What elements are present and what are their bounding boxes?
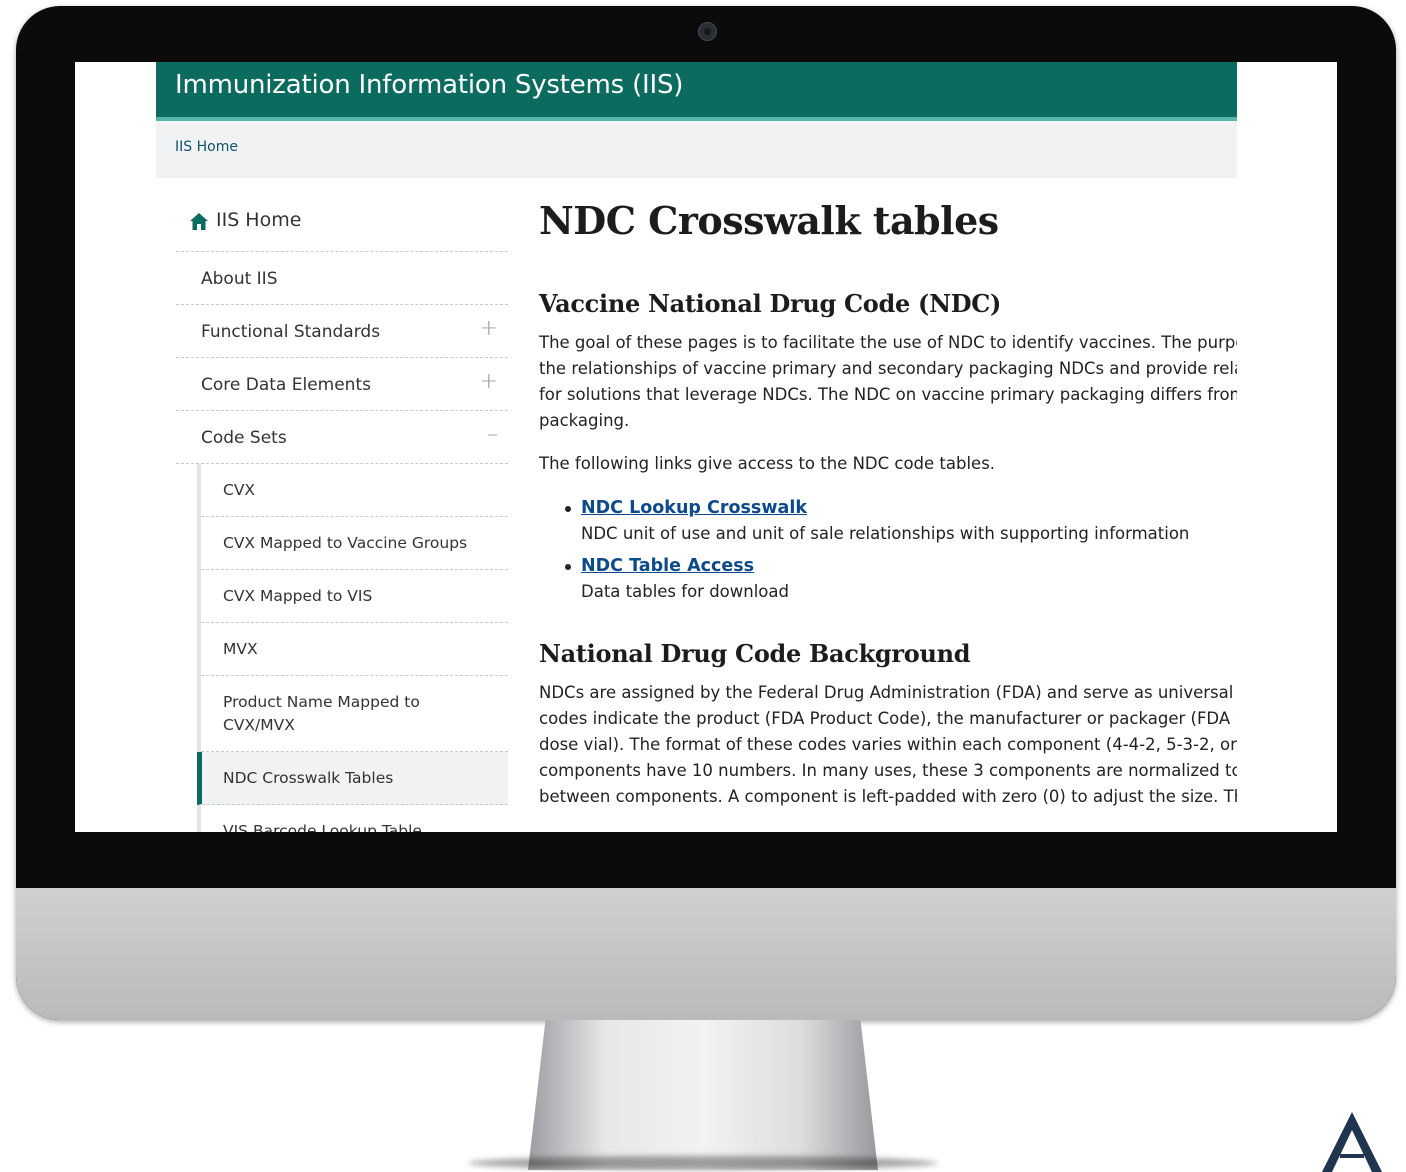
brand-logo-icon [1322,1112,1382,1172]
paragraph-line: components have 10 numbers. In many uses… [539,761,1237,780]
browser-screen: Immunization Information Systems (IIS) I… [75,62,1337,832]
ndc-table-access-link[interactable]: NDC Table Access [581,556,754,576]
sidebar-item-label: About IIS [201,269,278,289]
section-body-vaccine-ndc: The goal of these pages is to facilitate… [539,330,1237,434]
sidebar-item-core-data-elements[interactable]: Core Data Elements + [176,358,508,411]
sidebar-item-label: IIS Home [216,209,302,231]
paragraph-line: the relationships of vaccine primary and… [539,359,1237,378]
sidebar-subitem-mvx[interactable]: MVX [201,623,508,676]
sidebar-item-label: Code Sets [201,428,287,448]
link-description: NDC unit of use and unit of sale relatio… [581,524,1190,543]
section-heading-ndc-background: National Drug Code Background [539,639,971,668]
breadcrumb: IIS Home [156,121,1237,178]
breadcrumb-home-link[interactable]: IIS Home [175,139,238,155]
paragraph-line: dose vial). The format of these codes va… [539,735,1237,754]
monitor-frame: Immunization Information Systems (IIS) I… [16,6,1396,1020]
sidebar-nav: IIS Home About IIS Functional Standards … [176,195,508,832]
main-content: NDC Crosswalk tables Vaccine National Dr… [539,198,1237,810]
link-description: Data tables for download [581,582,789,601]
list-item: NDC Table Access Data tables for downloa… [539,553,1237,605]
paragraph-line: packaging. [539,411,630,430]
code-sets-submenu: CVX CVX Mapped to Vaccine Groups CVX Map… [197,464,508,832]
ndc-lookup-crosswalk-link[interactable]: NDC Lookup Crosswalk [581,498,807,518]
list-item: NDC Lookup Crosswalk NDC unit of use and… [539,495,1237,547]
site-header: Immunization Information Systems (IIS) [156,62,1237,121]
sidebar-item-label: Functional Standards [201,322,381,342]
sidebar-item-about[interactable]: About IIS [176,252,508,305]
webcam-icon [698,22,717,41]
stand-shadow [468,1156,938,1170]
paragraph-line: codes indicate the product (FDA Product … [539,709,1237,728]
sidebar-subitem-cvx-vis[interactable]: CVX Mapped to VIS [201,570,508,623]
sidebar-item-functional-standards[interactable]: Functional Standards + [176,305,508,358]
page: Immunization Information Systems (IIS) I… [156,62,1237,832]
sidebar-item-code-sets[interactable]: Code Sets – [176,411,508,464]
monitor-chin [16,888,1396,1020]
home-icon [190,213,208,230]
monitor-stand [528,1020,878,1170]
sidebar-subitem-cvx-vaccine-groups[interactable]: CVX Mapped to Vaccine Groups [201,517,508,570]
sidebar-subitem-ndc-crosswalk[interactable]: NDC Crosswalk Tables [197,752,508,805]
sidebar-subitem-product-name[interactable]: Product Name Mapped to CVX/MVX [201,676,508,752]
sidebar-item-label: Core Data Elements [201,375,371,395]
paragraph-line: NDCs are assigned by the Federal Drug Ad… [539,683,1237,702]
paragraph-line: The goal of these pages is to facilitate… [539,333,1237,352]
expand-icon[interactable]: + [480,371,498,393]
expand-icon[interactable]: + [480,318,498,340]
page-title: NDC Crosswalk tables [539,198,999,243]
paragraph-line: for solutions that leverage NDCs. The ND… [539,385,1237,404]
sidebar-subitem-cvx[interactable]: CVX [201,464,508,517]
collapse-icon[interactable]: – [487,424,498,446]
section-heading-vaccine-ndc: Vaccine National Drug Code (NDC) [539,289,1002,318]
paragraph-line: between components. A component is left-… [539,787,1237,806]
ndc-links-list: NDC Lookup Crosswalk NDC unit of use and… [539,495,1237,605]
section-body-ndc-background: NDCs are assigned by the Federal Drug Ad… [539,680,1237,810]
links-intro: The following links give access to the N… [539,454,996,473]
sidebar-subitem-vis-barcode[interactable]: VIS Barcode Lookup Table [201,805,508,832]
site-title[interactable]: Immunization Information Systems (IIS) [175,70,683,100]
sidebar-item-home[interactable]: IIS Home [176,195,508,252]
